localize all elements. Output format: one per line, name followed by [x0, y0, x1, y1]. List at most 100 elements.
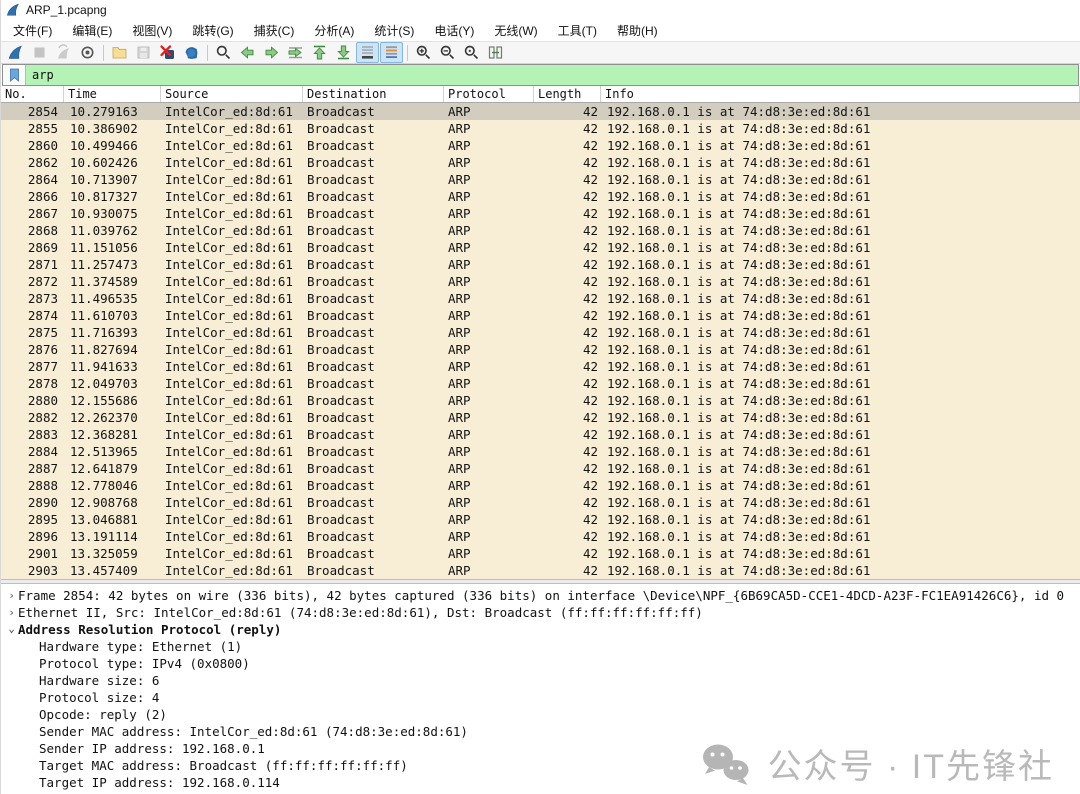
packet-row[interactable]: 287611.827694IntelCor_ed:8d:61BroadcastA… [1, 341, 1080, 358]
go-first-packet-icon[interactable] [308, 42, 331, 63]
detail-field[interactable]: Sender MAC address: IntelCor_ed:8d:61 (7… [1, 723, 1080, 740]
toolbar-separator [207, 45, 208, 61]
detail-tree-item[interactable]: ›Ethernet II, Src: IntelCor_ed:8d:61 (74… [1, 604, 1080, 621]
detail-field[interactable]: Target IP address: 192.168.0.114 [1, 774, 1080, 791]
packet-row[interactable]: 290113.325059IntelCor_ed:8d:61BroadcastA… [1, 545, 1080, 562]
auto-scroll-icon[interactable] [356, 42, 379, 63]
menu-item-3[interactable]: 跳转(G) [182, 20, 243, 41]
detail-field[interactable]: Sender IP address: 192.168.0.1 [1, 740, 1080, 757]
packet-row[interactable]: 286010.499466IntelCor_ed:8d:61BroadcastA… [1, 137, 1080, 154]
column-header-source[interactable]: Source [161, 86, 303, 102]
detail-field[interactable]: Hardware size: 6 [1, 672, 1080, 689]
cell-time: 11.716393 [64, 324, 161, 341]
cell-len: 42 [534, 545, 601, 562]
chevron-right-icon[interactable]: › [5, 587, 18, 604]
menu-item-2[interactable]: 视图(V) [122, 20, 182, 41]
detail-tree-item[interactable]: ›Frame 2854: 42 bytes on wire (336 bits)… [1, 587, 1080, 604]
cell-len: 42 [534, 307, 601, 324]
packet-row[interactable]: 289012.908768IntelCor_ed:8d:61BroadcastA… [1, 494, 1080, 511]
packet-row[interactable]: 287812.049703IntelCor_ed:8d:61BroadcastA… [1, 375, 1080, 392]
zoom-out-icon[interactable] [436, 42, 459, 63]
zoom-in-icon[interactable] [412, 42, 435, 63]
go-to-packet-icon[interactable] [284, 42, 307, 63]
reload-file-icon[interactable] [180, 42, 203, 63]
packet-row[interactable]: 287411.610703IntelCor_ed:8d:61BroadcastA… [1, 307, 1080, 324]
packet-row[interactable]: 286410.713907IntelCor_ed:8d:61BroadcastA… [1, 171, 1080, 188]
close-file-icon[interactable] [156, 42, 179, 63]
column-header-protocol[interactable]: Protocol [444, 86, 534, 102]
packet-row[interactable]: 287711.941633IntelCor_ed:8d:61BroadcastA… [1, 358, 1080, 375]
display-filter-input[interactable] [26, 65, 1078, 85]
filter-bookmark-icon[interactable] [3, 65, 26, 85]
start-capture-icon[interactable] [4, 42, 27, 63]
cell-len: 42 [534, 239, 601, 256]
column-header-no[interactable]: No. [1, 86, 64, 102]
cell-len: 42 [534, 290, 601, 307]
detail-field[interactable]: Protocol size: 4 [1, 689, 1080, 706]
packet-row[interactable]: 287211.374589IntelCor_ed:8d:61BroadcastA… [1, 273, 1080, 290]
packet-row[interactable]: 289513.046881IntelCor_ed:8d:61BroadcastA… [1, 511, 1080, 528]
packet-row[interactable]: 285510.386902IntelCor_ed:8d:61BroadcastA… [1, 120, 1080, 137]
packet-row[interactable]: 288312.368281IntelCor_ed:8d:61BroadcastA… [1, 426, 1080, 443]
detail-field[interactable]: Opcode: reply (2) [1, 706, 1080, 723]
cell-dst: Broadcast [303, 511, 444, 528]
packet-row[interactable]: 286210.602426IntelCor_ed:8d:61BroadcastA… [1, 154, 1080, 171]
cell-info: 192.168.0.1 is at 74:d8:3e:ed:8d:61 [601, 511, 1080, 528]
detail-field[interactable]: Target MAC address: Broadcast (ff:ff:ff:… [1, 757, 1080, 774]
go-back-icon[interactable] [236, 42, 259, 63]
cell-proto: ARP [444, 205, 534, 222]
packet-row[interactable]: 286710.930075IntelCor_ed:8d:61BroadcastA… [1, 205, 1080, 222]
cell-num: 2860 [1, 137, 64, 154]
chevron-down-icon[interactable]: ⌄ [5, 620, 18, 637]
menu-item-8[interactable]: 无线(W) [484, 20, 547, 41]
chevron-right-icon[interactable]: › [5, 604, 18, 621]
packet-row[interactable]: 288812.778046IntelCor_ed:8d:61BroadcastA… [1, 477, 1080, 494]
cell-num: 2901 [1, 545, 64, 562]
save-file-icon[interactable] [132, 42, 155, 63]
packet-row[interactable]: 287311.496535IntelCor_ed:8d:61BroadcastA… [1, 290, 1080, 307]
packet-row[interactable]: 288712.641879IntelCor_ed:8d:61BroadcastA… [1, 460, 1080, 477]
column-header-destination[interactable]: Destination [303, 86, 444, 102]
zoom-reset-icon[interactable] [460, 42, 483, 63]
packet-row[interactable]: 286911.151056IntelCor_ed:8d:61BroadcastA… [1, 239, 1080, 256]
open-file-icon[interactable] [108, 42, 131, 63]
menu-item-1[interactable]: 编辑(E) [62, 20, 122, 41]
packet-row[interactable]: 288412.513965IntelCor_ed:8d:61BroadcastA… [1, 443, 1080, 460]
detail-tree-item[interactable]: ⌄Address Resolution Protocol (reply) [1, 621, 1080, 638]
packet-row[interactable]: 286610.817327IntelCor_ed:8d:61BroadcastA… [1, 188, 1080, 205]
menu-item-9[interactable]: 工具(T) [548, 20, 607, 41]
packet-row[interactable]: 287511.716393IntelCor_ed:8d:61BroadcastA… [1, 324, 1080, 341]
menu-item-0[interactable]: 文件(F) [3, 20, 62, 41]
cell-len: 42 [534, 443, 601, 460]
cell-dst: Broadcast [303, 460, 444, 477]
menu-item-7[interactable]: 电话(Y) [424, 20, 484, 41]
packet-row[interactable]: 288012.155686IntelCor_ed:8d:61BroadcastA… [1, 392, 1080, 409]
colorize-packets-icon[interactable] [380, 42, 403, 63]
cell-time: 10.817327 [64, 188, 161, 205]
packet-row[interactable]: 288212.262370IntelCor_ed:8d:61BroadcastA… [1, 409, 1080, 426]
find-packet-icon[interactable] [212, 42, 235, 63]
cell-proto: ARP [444, 307, 534, 324]
packet-row[interactable]: 287111.257473IntelCor_ed:8d:61BroadcastA… [1, 256, 1080, 273]
resize-columns-icon[interactable] [484, 42, 507, 63]
menu-item-4[interactable]: 捕获(C) [244, 20, 305, 41]
menu-item-6[interactable]: 统计(S) [364, 20, 424, 41]
menu-item-5[interactable]: 分析(A) [304, 20, 364, 41]
restart-capture-icon[interactable] [52, 42, 75, 63]
stop-capture-icon[interactable] [28, 42, 51, 63]
column-header-length[interactable]: Length [534, 86, 601, 102]
detail-field[interactable]: Protocol type: IPv4 (0x0800) [1, 655, 1080, 672]
packet-row[interactable]: 290313.457409IntelCor_ed:8d:61BroadcastA… [1, 562, 1080, 579]
cell-info: 192.168.0.1 is at 74:d8:3e:ed:8d:61 [601, 341, 1080, 358]
packet-row[interactable]: 286811.039762IntelCor_ed:8d:61BroadcastA… [1, 222, 1080, 239]
column-header-info[interactable]: Info [601, 86, 1080, 102]
detail-field[interactable]: Hardware type: Ethernet (1) [1, 638, 1080, 655]
go-last-packet-icon[interactable] [332, 42, 355, 63]
menu-item-10[interactable]: 帮助(H) [607, 20, 668, 41]
cell-dst: Broadcast [303, 426, 444, 443]
column-header-time[interactable]: Time [64, 86, 161, 102]
packet-row[interactable]: 289613.191114IntelCor_ed:8d:61BroadcastA… [1, 528, 1080, 545]
packet-row[interactable]: 285410.279163IntelCor_ed:8d:61BroadcastA… [1, 103, 1080, 120]
go-forward-icon[interactable] [260, 42, 283, 63]
capture-options-icon[interactable] [76, 42, 99, 63]
